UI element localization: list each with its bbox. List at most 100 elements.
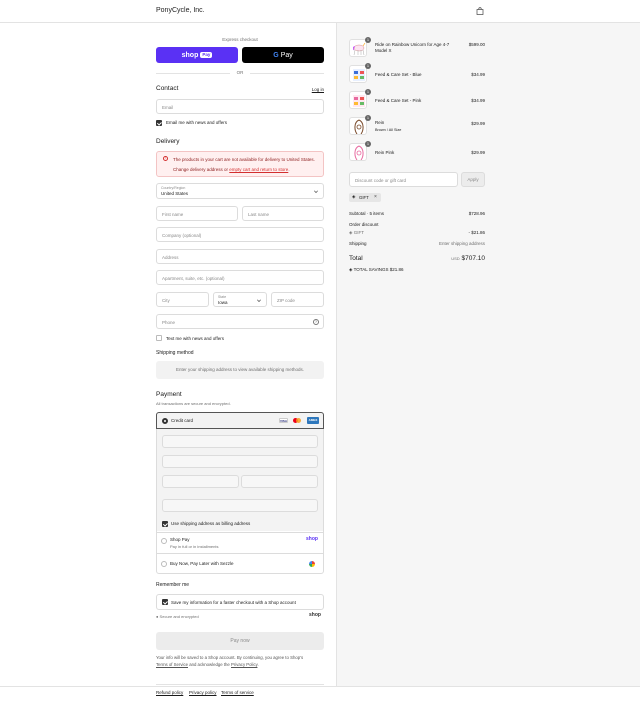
shop-pay-option-label[interactable]: Shop Pay	[170, 537, 190, 542]
first-name-field[interactable]: First name	[156, 206, 238, 221]
refund-policy-link[interactable]: Refund policy	[156, 690, 183, 695]
item-quantity: 1	[365, 115, 371, 121]
shop-pay-button[interactable]: shop Pay	[156, 47, 238, 63]
card-cvv-field[interactable]	[162, 475, 239, 488]
item-quantity: 1	[365, 89, 371, 95]
item-price: $29.99	[471, 150, 485, 155]
empty-cart-link[interactable]: empty cart and return to store	[229, 167, 288, 172]
help-icon[interactable]: ?	[313, 319, 319, 325]
unicorn-image	[353, 42, 366, 56]
save-info-checkbox[interactable]	[162, 599, 168, 605]
shop-pay-option-sub: Pay in full or in installments	[170, 544, 219, 549]
shipping-method-heading: Shipping method	[156, 350, 194, 356]
top-header: PonyCycle, Inc.	[0, 0, 640, 23]
tag-icon: ◈	[352, 194, 356, 199]
shipping-row: Shipping Enter shipping address	[349, 241, 485, 246]
total-label: Total	[349, 255, 363, 262]
chevron-down-icon	[314, 189, 318, 193]
discount-code-label: GIFT	[353, 230, 364, 235]
credit-card-option[interactable]: Credit card VISA AMEX	[156, 412, 324, 429]
login-link[interactable]: Log in	[312, 87, 324, 92]
item-quantity: 1	[365, 63, 371, 69]
remember-me-heading: Remember me	[156, 582, 190, 588]
apartment-field[interactable]: Apartment, suite, etc. (optional)	[156, 270, 324, 285]
item-quantity: 1	[365, 141, 371, 147]
zip-placeholder: ZIP code	[277, 298, 295, 303]
state-label: State	[218, 295, 227, 299]
card-details-panel: Use shipping address as billing address	[157, 429, 323, 531]
phone-field[interactable]: Phone ?	[156, 314, 324, 329]
item-price: $34.99	[471, 72, 485, 77]
shop-pay-logo: shop	[306, 536, 318, 542]
card-number-field[interactable]	[162, 435, 318, 448]
email-news-checkbox[interactable]	[156, 120, 162, 126]
state-select[interactable]: State Iowa	[213, 292, 267, 307]
last-name-placeholder: Last name	[248, 212, 270, 217]
savings-value: $21.86	[389, 267, 404, 272]
discount-code-row: ◈ GIFT - $21.86	[349, 230, 485, 236]
card-extra-field[interactable]	[162, 499, 318, 512]
terms-of-service-footer-link[interactable]: Terms of service	[221, 690, 254, 695]
privacy-policy-footer-link[interactable]: Privacy policy	[189, 690, 217, 695]
subtotal-label: Subtotal · 5 items	[349, 211, 385, 216]
remove-discount-icon[interactable]: ×	[374, 194, 377, 200]
sezzle-radio[interactable]	[161, 561, 167, 567]
google-pay-button[interactable]: G Pay	[242, 47, 324, 63]
address-field[interactable]: Address	[156, 249, 324, 264]
terms-of-service-link[interactable]: Terms of Service	[156, 662, 188, 667]
card-name-field[interactable]	[241, 475, 318, 488]
last-name-field[interactable]: Last name	[242, 206, 324, 221]
country-select[interactable]: Country/Region United States	[156, 183, 324, 199]
product-thumbnail	[349, 65, 367, 83]
feed-set-blue-image	[353, 69, 365, 81]
chevron-down-icon	[257, 298, 261, 302]
item-price: $34.99	[471, 98, 485, 103]
feed-set-pink-image	[353, 95, 365, 107]
discount-placeholder: Discount code or gift card	[355, 178, 407, 183]
discount-tag-label: GIFT	[359, 195, 369, 200]
product-thumbnail	[349, 117, 367, 135]
billing-same-label: Use shipping address as billing address	[171, 521, 251, 526]
amex-icon: AMEX	[307, 417, 319, 424]
text-news-label: Text me with news and offers	[166, 336, 224, 341]
zip-field[interactable]: ZIP code	[271, 292, 324, 307]
rein-brown-image	[354, 119, 364, 134]
express-checkout-label: Express checkout	[222, 37, 258, 42]
discount-code-field[interactable]: Discount code or gift card	[349, 172, 458, 187]
credit-card-radio[interactable]	[162, 418, 168, 424]
legal-text: Your info will be saved to a Shop accoun…	[156, 655, 304, 667]
rein-pink-image	[354, 145, 364, 160]
visa-icon: VISA	[279, 418, 288, 423]
pay-now-button[interactable]: Pay now	[156, 632, 324, 650]
item-name: Rein	[375, 120, 385, 125]
company-field[interactable]: Company (optional)	[156, 227, 324, 242]
subtotal-row: Subtotal · 5 items $728.96	[349, 211, 485, 216]
city-placeholder: City	[162, 298, 170, 303]
error-icon: !	[163, 156, 168, 161]
sezzle-option-label[interactable]: Buy Now, Pay Later with Sezzle	[170, 561, 234, 566]
product-thumbnail	[349, 91, 367, 109]
discount-tag: ◈ GIFT ×	[349, 193, 381, 202]
save-info-label: Save my information for a faster checkou…	[171, 600, 296, 605]
phone-placeholder: Phone	[162, 320, 176, 325]
card-expiry-field[interactable]	[162, 455, 318, 468]
lock-icon: ●	[156, 614, 159, 619]
order-discount-row: Order discount	[349, 222, 485, 227]
shop-pay-badge: Pay	[200, 52, 213, 58]
savings-icon: ◈	[349, 267, 353, 272]
text-news-checkbox[interactable]	[156, 335, 162, 341]
bottom-divider	[0, 686, 640, 687]
email-field[interactable]: Email	[156, 99, 324, 114]
apply-button[interactable]: Apply	[461, 172, 485, 187]
remember-me-box: Save my information for a faster checkou…	[156, 594, 324, 610]
city-field[interactable]: City	[156, 292, 209, 307]
company-placeholder: Company (optional)	[162, 233, 202, 238]
billing-same-checkbox[interactable]	[162, 521, 168, 527]
shop-pay-radio[interactable]	[161, 538, 167, 544]
legal-line: Your info will be saved to a Shop accoun…	[156, 655, 304, 660]
item-price: $599.00	[468, 42, 485, 47]
subtotal-value: $728.96	[468, 211, 485, 216]
store-name[interactable]: PonyCycle, Inc.	[156, 7, 205, 14]
privacy-policy-link[interactable]: Privacy Policy	[231, 662, 257, 667]
bag-icon[interactable]	[476, 7, 484, 15]
